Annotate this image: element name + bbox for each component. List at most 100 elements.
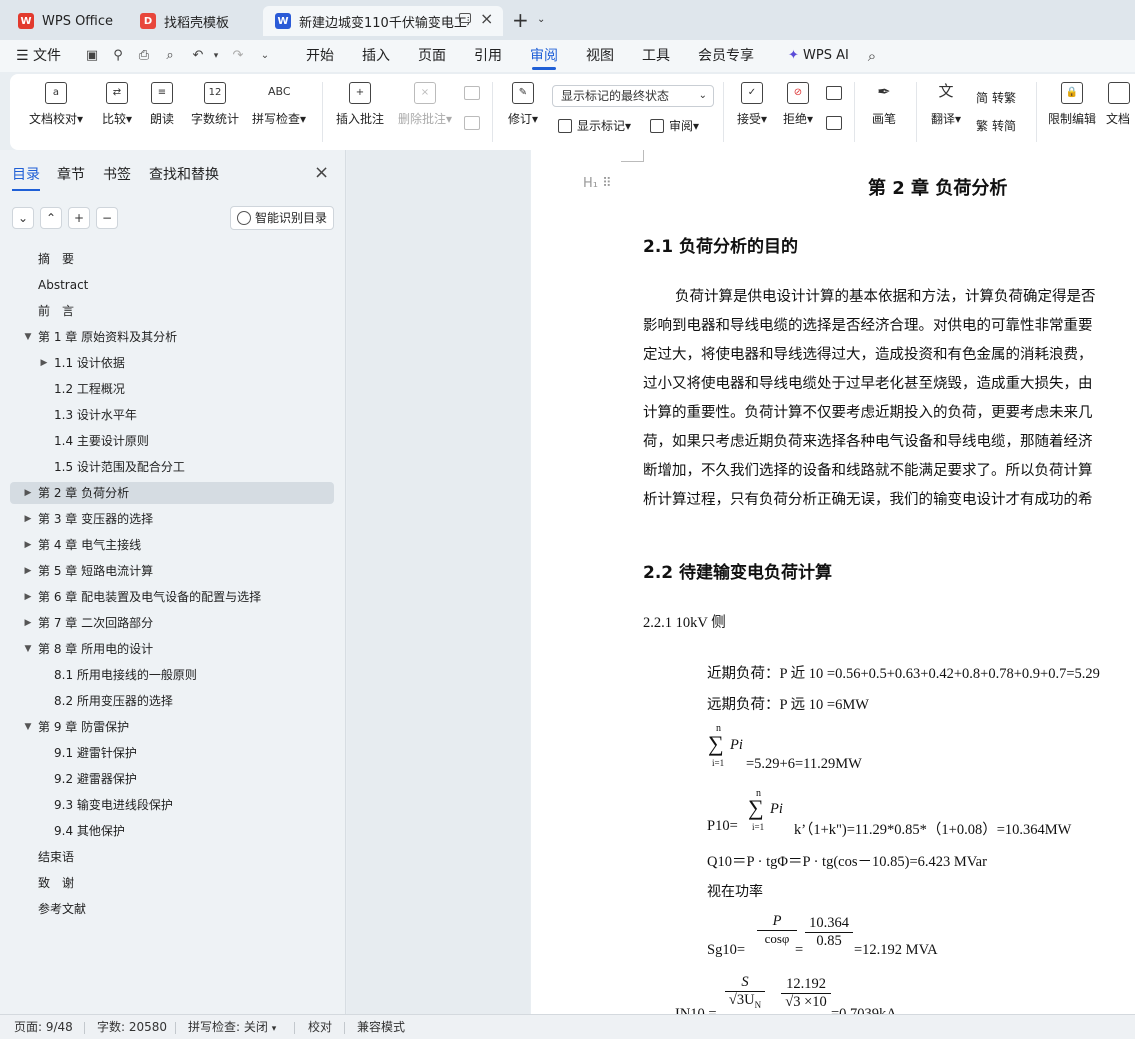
nav-tab-toc[interactable]: 目录 [12, 164, 40, 191]
expanded-arrow-icon[interactable]: ▼ [22, 638, 34, 660]
prev-change-icon[interactable] [826, 86, 842, 100]
collapsed-arrow-icon[interactable]: ▶ [22, 534, 34, 556]
pen-button[interactable]: ✒ 画笔 [868, 82, 900, 127]
toc-item[interactable]: 9.2 避雷器保护 [10, 768, 334, 790]
toc-item[interactable]: 8.2 所用变压器的选择 [10, 690, 334, 712]
more-chevron-icon[interactable]: ⌄ [257, 48, 273, 64]
collapse-down-button[interactable]: ⌄ [12, 207, 34, 229]
reject-button[interactable]: ⊘ 拒绝▾ [778, 82, 818, 127]
toc-item[interactable]: ▶ 第 2 章 负荷分析 [10, 482, 334, 504]
translate-button[interactable]: 文翻译▾ [926, 82, 966, 127]
compare-button[interactable]: ⇄ 比较▾ [96, 82, 138, 127]
fraction-denominator: 0.85 [816, 933, 842, 949]
menu-review[interactable]: 审阅 [530, 40, 558, 72]
doc-permission-label: 文档 [1106, 112, 1131, 126]
tab-list-chevron-icon[interactable]: ⌄ [537, 14, 545, 25]
undo-icon[interactable]: ↶ [190, 48, 206, 64]
nav-tab-bookmarks[interactable]: 书签 [103, 164, 131, 184]
tab-active-document[interactable]: W 新建边城变110千伏输变电工程 × [263, 6, 503, 36]
toc-item[interactable]: ▶ 第 3 章 变压器的选择 [10, 508, 334, 530]
toc-item[interactable]: ▶ 第 7 章 二次回路部分 [10, 612, 334, 634]
file-menu[interactable]: ☰ 文件 [16, 40, 61, 72]
toc-item[interactable]: 8.1 所用电接线的一般原则 [10, 664, 334, 686]
toc-item[interactable]: ▶ 1.1 设计依据 [10, 352, 334, 374]
remove-toc-button[interactable]: − [96, 207, 118, 229]
smart-toc-button[interactable]: 智能识别目录 [230, 206, 334, 230]
word-count-indicator[interactable]: 字数: 20580 [97, 1015, 167, 1039]
save-icon[interactable]: ▣ [84, 48, 100, 64]
menu-page[interactable]: 页面 [418, 40, 446, 72]
menu-tools[interactable]: 工具 [642, 40, 670, 72]
spell-check-status[interactable]: 拼写检查: 关闭 ▾ [188, 1015, 276, 1039]
word-count-button[interactable]: 12 字数统计 [188, 82, 242, 127]
nav-tab-sections[interactable]: 章节 [57, 164, 85, 184]
wps-ai-button[interactable]: ✦ WPS AI [788, 40, 849, 72]
chevron-down-icon: ⌄ [698, 90, 707, 101]
heading-handle-icon[interactable]: H₁ ⠿ [583, 176, 612, 191]
menu-reference[interactable]: 引用 [474, 40, 502, 72]
collapsed-arrow-icon[interactable]: ▶ [38, 352, 50, 374]
accept-button[interactable]: ✓ 接受▾ [732, 82, 772, 127]
collapsed-arrow-icon[interactable]: ▶ [22, 508, 34, 530]
toc-item[interactable]: ▶ 第 5 章 短路电流计算 [10, 560, 334, 582]
document-page[interactable]: H₁ ⠿ 第 2 章 负荷分析 2.1 负荷分析的目的 负荷计算是供电设计计算的… [531, 150, 1135, 1014]
revise-button[interactable]: ✎ 修订▾ [502, 82, 544, 127]
toc-item[interactable]: 摘 要 [10, 248, 334, 270]
toc-item[interactable]: 1.2 工程概况 [10, 378, 334, 400]
proofread-button[interactable]: a 文档校对▾ [28, 82, 84, 127]
show-markup-button[interactable]: 显示标记 ▾ [558, 117, 631, 134]
expanded-arrow-icon[interactable]: ▼ [22, 326, 34, 348]
toc-item[interactable]: Abstract [10, 274, 334, 296]
toc-item[interactable]: ▶ 第 6 章 配电装置及电气设备的配置与选择 [10, 586, 334, 608]
close-pane-icon[interactable]: × [314, 162, 329, 183]
review-pane-button[interactable]: 审阅 ▾ [650, 117, 699, 134]
toc-item[interactable]: 致 谢 [10, 872, 334, 894]
expanded-arrow-icon[interactable]: ▼ [22, 716, 34, 738]
to-traditional-button[interactable]: 简转繁 [976, 89, 1016, 106]
spell-check-button[interactable]: ABC 拼写检查▾ [248, 82, 310, 127]
restrict-edit-button[interactable]: 🔒 限制编辑 [1046, 82, 1098, 127]
menu-member[interactable]: 会员专享 [698, 40, 754, 72]
toc-item[interactable]: 9.1 避雷针保护 [10, 742, 334, 764]
print-preview-icon[interactable]: ⌕ [162, 48, 178, 64]
collapsed-arrow-icon[interactable]: ▶ [22, 612, 34, 634]
undo-dropdown-icon[interactable]: ▾ [208, 48, 224, 64]
toc-item[interactable]: 前 言 [10, 300, 334, 322]
markup-state-select[interactable]: 显示标记的最终状态 ⌄ [552, 85, 714, 107]
collapsed-arrow-icon[interactable]: ▶ [22, 586, 34, 608]
tab-docer-templates[interactable]: D 找稻壳模板 [128, 6, 260, 36]
menu-insert[interactable]: 插入 [362, 40, 390, 72]
document-permission-button[interactable]: 文档 [1106, 82, 1135, 127]
toc-item[interactable]: 9.4 其他保护 [10, 820, 334, 842]
toc-item[interactable]: ▼ 第 8 章 所用电的设计 [10, 638, 334, 660]
proofread-status[interactable]: 校对 [308, 1015, 332, 1039]
menu-view[interactable]: 视图 [586, 40, 614, 72]
menu-start[interactable]: 开始 [306, 40, 334, 72]
toc-item[interactable]: 参考文献 [10, 898, 334, 920]
toc-item[interactable]: 结束语 [10, 846, 334, 868]
collapse-up-button[interactable]: ⌃ [40, 207, 62, 229]
toc-item[interactable]: ▼ 第 1 章 原始资料及其分析 [10, 326, 334, 348]
toc-item[interactable]: ▶ 第 4 章 电气主接线 [10, 534, 334, 556]
close-tab-icon[interactable]: × [480, 9, 493, 28]
to-simplified-button[interactable]: 繁转简 [976, 117, 1016, 134]
link-icon[interactable]: ⚲ [110, 48, 126, 64]
insert-comment-button[interactable]: + 插入批注 [332, 82, 388, 127]
collapsed-arrow-icon[interactable]: ▶ [22, 560, 34, 582]
toc-item[interactable]: 1.3 设计水平年 [10, 404, 334, 426]
translate-icon: 文 [938, 82, 954, 100]
toc-item[interactable]: 1.5 设计范围及配合分工 [10, 456, 334, 478]
nav-tab-find-replace[interactable]: 查找和替换 [149, 164, 219, 184]
next-change-icon[interactable] [826, 116, 842, 130]
toc-item[interactable]: ▼ 第 9 章 防雷保护 [10, 716, 334, 738]
tab-wps-office[interactable]: W WPS Office [6, 6, 122, 36]
print-icon[interactable]: ⎙ [136, 48, 152, 64]
search-icon[interactable]: ⌕ [864, 48, 880, 64]
add-toc-button[interactable]: + [68, 207, 90, 229]
toc-item[interactable]: 1.4 主要设计原则 [10, 430, 334, 452]
collapsed-arrow-icon[interactable]: ▶ [22, 482, 34, 504]
toc-item[interactable]: 9.3 输变电进线段保护 [10, 794, 334, 816]
page-indicator[interactable]: 页面: 9/48 [14, 1015, 73, 1039]
new-tab-plus-icon[interactable]: + [512, 8, 529, 32]
read-aloud-button[interactable]: ≡ 朗读 [144, 82, 180, 127]
